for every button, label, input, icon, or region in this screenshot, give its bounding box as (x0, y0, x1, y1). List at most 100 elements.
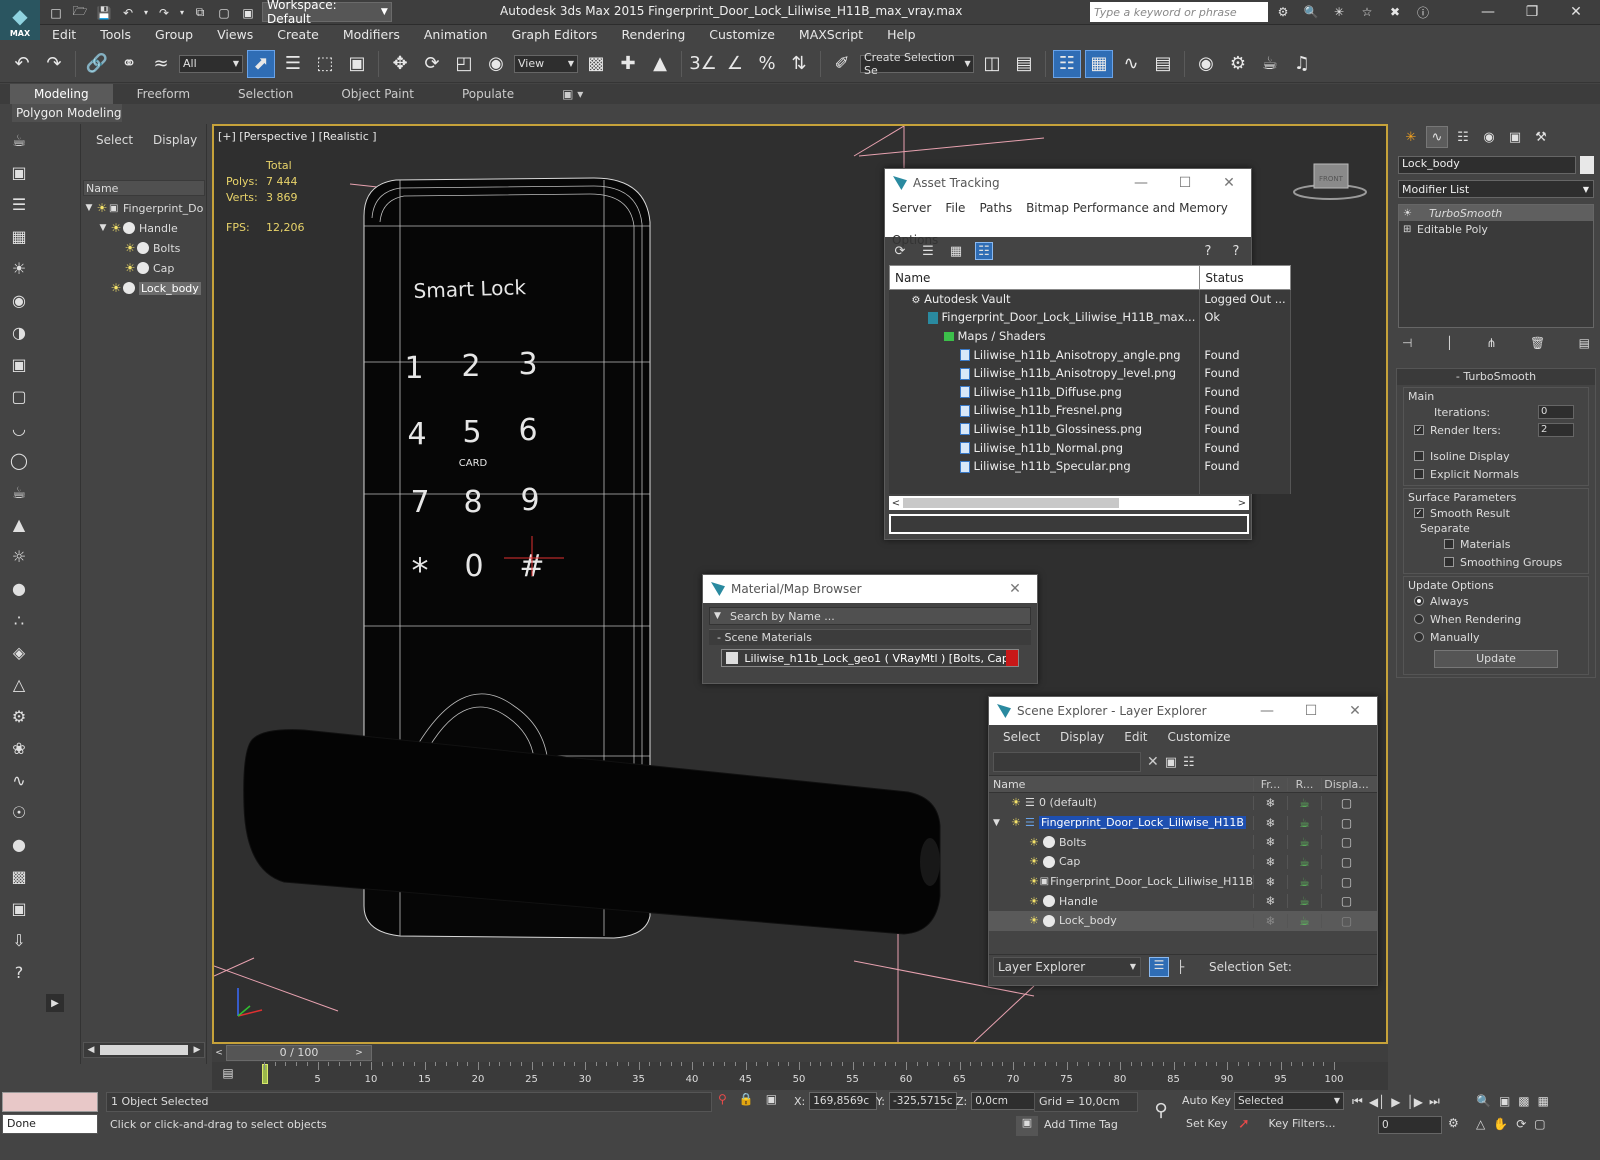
minimize-icon[interactable]: — (1466, 0, 1510, 24)
sphere-icon[interactable]: ● (4, 830, 34, 858)
tree-item-lock-body[interactable]: ☀ Lock_body (83, 278, 205, 298)
tab-select[interactable]: Select (96, 133, 133, 147)
key-filter-icon[interactable]: ➚ (1238, 1116, 1250, 1132)
light-bulb-icon[interactable]: ☀ (123, 261, 137, 275)
menu-paths[interactable]: Paths (979, 199, 1012, 217)
collapse-arrow-icon[interactable]: ▼ (993, 818, 1011, 828)
reference-coordinate-dropdown[interactable]: View ▼ (514, 54, 578, 73)
light-bulb-icon[interactable]: ☀ (1029, 895, 1043, 908)
asset-row[interactable]: Liliwise_h11b_Diffuse.png Found (889, 382, 1291, 402)
layer-row-lock-body[interactable]: ☀ Lock_body ❄ ☕ ▢ (989, 911, 1377, 931)
menu-graph-editors[interactable]: Graph Editors (500, 25, 610, 45)
light-bulb-icon[interactable]: ☀ (1011, 796, 1025, 809)
key-mode-dropdown[interactable]: Selected ▼ (1234, 1092, 1344, 1110)
menu-rendering[interactable]: Rendering (609, 25, 697, 45)
orbit-icon[interactable]: ⟳ (1516, 1117, 1526, 1131)
scene-explorer-icon[interactable]: ▦ (1085, 49, 1113, 78)
column-name[interactable]: Name (989, 778, 1253, 791)
move-icon[interactable]: ✥ (386, 50, 414, 78)
select-and-link-icon[interactable]: 🔗 (83, 50, 111, 78)
light-bulb-icon[interactable]: ☀ (1011, 816, 1025, 829)
object-name-field[interactable]: Lock_body (1398, 156, 1576, 174)
table-view-icon[interactable]: ☷ (975, 242, 993, 260)
display-box-icon[interactable]: ▢ (1321, 913, 1371, 928)
asset-row[interactable]: Liliwise_h11b_Anisotropy_angle.png Found (889, 345, 1291, 364)
refresh-icon[interactable]: ⟳ (891, 242, 909, 260)
render-teapot-icon[interactable]: ☕ (1287, 815, 1321, 830)
viewport-label-menu[interactable]: [+] [Perspective ] [Realistic ] (218, 130, 377, 143)
minimize-icon[interactable]: — (1119, 175, 1163, 191)
layer-row-default[interactable]: ☀ ☰ 0 (default) ❄ ☕ ▢ (989, 793, 1377, 813)
maximize-icon[interactable]: ☐ (1163, 175, 1207, 191)
set-key-icon[interactable]: ⚲ (1146, 1100, 1176, 1124)
display-box-icon[interactable]: ▢ (1321, 815, 1371, 830)
ring-icon[interactable]: ◯ (4, 446, 34, 474)
tab-display[interactable]: Display (153, 133, 197, 147)
freeze-icon[interactable]: ❄ (1253, 894, 1287, 909)
maximize-icon[interactable]: ☐ (1289, 703, 1333, 719)
light-bulb-icon[interactable]: ☀ (1029, 875, 1040, 888)
light-bulb-icon[interactable]: ☀ (1029, 836, 1043, 849)
rectangular-region-icon[interactable]: ⬚ (311, 50, 339, 78)
layer-row-fingerprint-group[interactable]: ☀ ▣ Fingerprint_Door_Lock_Liliwise_H11B … (989, 872, 1377, 892)
explicit-normals-checkbox[interactable] (1414, 469, 1424, 479)
layer-row-handle[interactable]: ☀ Handle ❄ ☕ ▢ (989, 891, 1377, 911)
project-folder-icon[interactable]: ▣ (238, 3, 258, 23)
collapse-arrow-icon[interactable]: ▼ (83, 203, 95, 213)
asset-row[interactable]: Fingerprint_Door_Lock_Liliwise_H11B_max.… (889, 308, 1291, 327)
materials-checkbox[interactable] (1444, 539, 1454, 549)
select-by-name-icon[interactable]: ☰ (279, 50, 307, 78)
viewport-image-icon[interactable]: ▣ (4, 158, 34, 186)
menu-help[interactable]: Help (875, 25, 928, 45)
list-icon[interactable]: ☰ (4, 190, 34, 218)
zoom-extents-icon[interactable]: ▩ (1518, 1094, 1529, 1108)
curve-editor-mini-icon[interactable]: ▤ (218, 1066, 238, 1084)
film-icon[interactable]: ▣ (4, 350, 34, 378)
hierarchy-mode-icon[interactable]: ├ (1177, 960, 1193, 974)
tree-view-icon[interactable]: ▦ (947, 242, 965, 260)
keyboard-shortcut-icon[interactable]: ▲ (646, 50, 674, 78)
scrollbar-thumb[interactable] (903, 498, 1119, 509)
isolate-selection-icon[interactable]: ⚲ (718, 1092, 727, 1106)
maxscript-listener-mini[interactable] (2, 1092, 98, 1112)
material-editor-icon[interactable]: ◉ (1192, 50, 1220, 78)
scroll-right-icon[interactable]: > (1235, 498, 1249, 509)
time-slider[interactable]: < 0 / 100 > (212, 1044, 1388, 1062)
keyword-search-input[interactable]: Type a keyword or phrase (1090, 2, 1268, 22)
modifier-list-dropdown[interactable]: Modifier List ▼ (1398, 180, 1594, 198)
percent-snap-icon[interactable]: % (753, 50, 781, 78)
menu-edit[interactable]: Edit (40, 25, 88, 45)
asset-row[interactable]: ⚙ Autodesk Vault Logged Out ... (889, 289, 1291, 309)
tab-populate[interactable]: Populate (438, 84, 538, 104)
add-time-tag-button[interactable]: Add Time Tag (1040, 1116, 1138, 1136)
collapse-arrow-icon[interactable]: ▼ (97, 223, 109, 233)
favorites-icon[interactable]: ☆ (1356, 2, 1378, 22)
isoline-row[interactable]: Isoline Display (1404, 447, 1588, 465)
render-teapot-icon[interactable]: ☕ (1287, 854, 1321, 869)
column-status[interactable]: Status (1199, 265, 1291, 290)
explicit-normals-row[interactable]: Explicit Normals (1404, 465, 1588, 483)
x-field[interactable]: 169,8569c (809, 1092, 878, 1110)
when-rendering-row[interactable]: When Rendering (1404, 610, 1588, 628)
undo-icon[interactable]: ↶ (8, 50, 36, 78)
light-bulb-icon[interactable]: ☀ (109, 221, 123, 235)
export-icon[interactable]: ⇩ (4, 926, 34, 954)
horizontal-scrollbar[interactable]: ◀ ▶ (83, 1042, 205, 1058)
render-teapot-icon[interactable]: ☕ (1287, 894, 1321, 909)
light-bulb-icon[interactable]: ☀ (4, 254, 34, 282)
go-to-start-icon[interactable]: ⏮ (1352, 1094, 1363, 1109)
display-box-icon[interactable]: ▢ (1321, 894, 1371, 909)
column-name[interactable]: Name (888, 265, 1201, 290)
display-box-icon[interactable]: ▢ (1321, 874, 1371, 889)
light-bulb-icon[interactable]: ☀ (109, 281, 123, 295)
help-icon[interactable]: ⓘ (1412, 2, 1434, 22)
render-frame-icon[interactable]: ▣ (4, 894, 34, 922)
scene-materials-section[interactable]: - Scene Materials (709, 629, 1031, 645)
menu-bitmap-performance[interactable]: Bitmap Performance and Memory (1026, 199, 1228, 217)
select-manipulate-icon[interactable]: ✚ (614, 50, 642, 78)
remove-modifier-icon[interactable]: 🗑 (1530, 336, 1545, 350)
fetch-icon[interactable]: ▢ (214, 3, 234, 23)
save-icon[interactable]: 💾 (94, 3, 114, 23)
freeze-icon[interactable]: ❄ (1253, 913, 1287, 928)
close-icon[interactable]: ✕ (1554, 0, 1598, 24)
